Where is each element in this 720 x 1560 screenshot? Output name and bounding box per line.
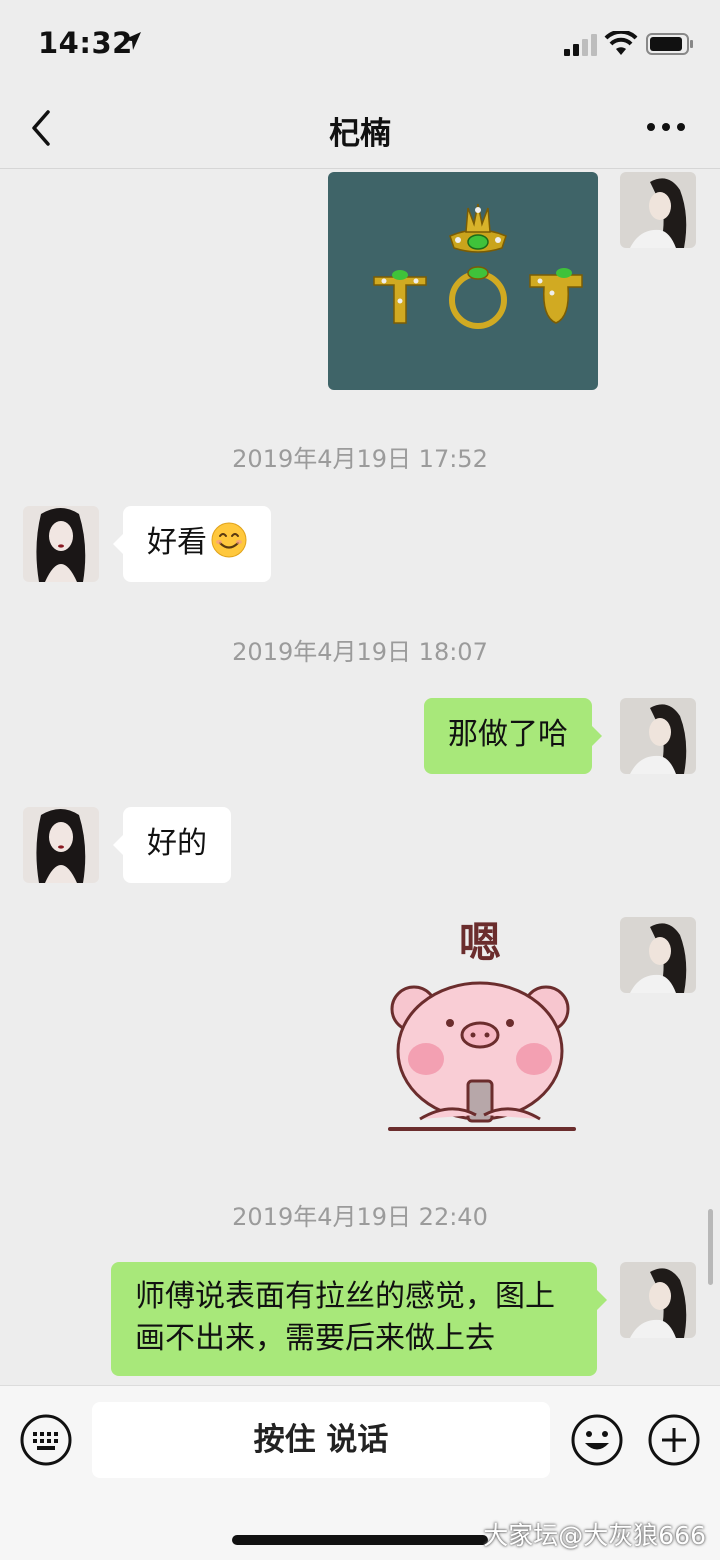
location-arrow-icon — [123, 32, 141, 50]
more-dots-icon[interactable] — [645, 121, 687, 133]
chat-area[interactable]: 2019年4月19日 17:52 好看 2019年4月19日 18:07 那做了… — [0, 169, 720, 1385]
my-avatar[interactable] — [620, 1262, 696, 1338]
message-line: 画不出来，需要后来做上去 — [135, 1321, 495, 1356]
avatar-photo-icon — [620, 1262, 696, 1338]
message-text: 好的 — [147, 826, 207, 861]
my-avatar[interactable] — [620, 917, 696, 993]
avatar-illustration-icon — [23, 807, 99, 883]
scrollbar[interactable] — [708, 1209, 713, 1285]
message-line: 师傅说表面有拉丝的感觉，图上 — [135, 1279, 555, 1314]
pig-holding-phone-icon — [388, 981, 576, 1131]
timestamp: 2019年4月19日 18:07 — [232, 638, 488, 666]
cellular-signal-icon — [564, 34, 597, 56]
battery-icon — [646, 33, 693, 55]
home-indicator[interactable] — [232, 1535, 488, 1545]
contact-avatar[interactable] — [23, 506, 99, 582]
avatar-photo-icon — [620, 698, 696, 774]
input-bar: 按住 说话 大家坛@大灰狼666 — [0, 1385, 720, 1560]
ring-design-image — [328, 172, 598, 390]
watermark: 大家坛@大灰狼666 — [483, 1521, 706, 1550]
status-bar: 14:32 — [0, 0, 720, 88]
message-text: 好看 — [147, 525, 207, 560]
chat-title: 杞楠 — [329, 116, 391, 152]
message-text: 那做了哈 — [448, 717, 568, 752]
nav-bar: 杞楠 — [0, 88, 720, 169]
outgoing-message[interactable]: 师傅说表面有拉丝的感觉，图上 画不出来，需要后来做上去 — [111, 1262, 607, 1376]
emoji-face-icon[interactable] — [571, 1414, 623, 1466]
avatar-photo-icon — [620, 917, 696, 993]
image-message[interactable] — [328, 172, 598, 390]
incoming-message[interactable]: 好看 — [113, 506, 271, 582]
hold-to-talk-button[interactable]: 按住 说话 — [92, 1402, 550, 1478]
incoming-message[interactable]: 好的 — [113, 807, 231, 883]
sticker-caption: 嗯 — [458, 918, 501, 967]
contact-avatar[interactable] — [23, 807, 99, 883]
plus-icon[interactable] — [648, 1414, 700, 1466]
avatar-illustration-icon — [23, 506, 99, 582]
avatar-photo-icon — [620, 172, 696, 248]
my-avatar[interactable] — [620, 172, 696, 248]
keyboard-icon[interactable] — [20, 1414, 72, 1466]
outgoing-message[interactable]: 那做了哈 — [424, 698, 602, 774]
timestamp: 2019年4月19日 17:52 — [232, 445, 488, 473]
my-avatar[interactable] — [620, 698, 696, 774]
wifi-icon — [604, 31, 638, 55]
status-time: 14:32 — [38, 26, 133, 60]
timestamp: 2019年4月19日 22:40 — [232, 1203, 488, 1231]
smile-emoji-icon — [211, 522, 247, 558]
pig-sticker[interactable]: 嗯 — [380, 909, 580, 1149]
